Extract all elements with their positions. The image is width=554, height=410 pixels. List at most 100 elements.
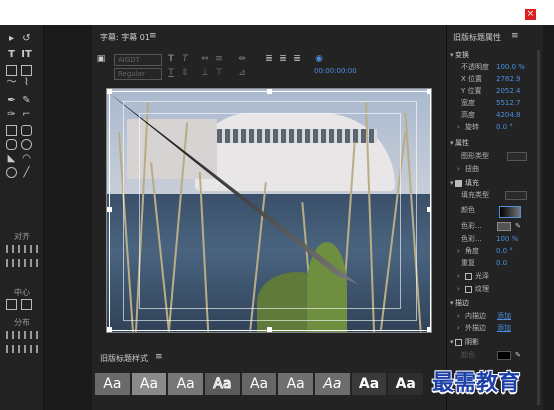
leading-icon[interactable]: ≡ <box>214 54 224 64</box>
rotation-value[interactable]: 0.0 ° <box>496 122 513 133</box>
ellipse-tool-icon[interactable] <box>6 167 17 178</box>
chevron-right-icon[interactable]: › <box>457 311 460 322</box>
path-type-tool-icon[interactable]: 〜 <box>6 77 17 88</box>
resize-handle[interactable] <box>267 327 272 332</box>
distribute-center-icon[interactable] <box>18 331 26 339</box>
close-button[interactable]: × <box>525 9 536 20</box>
style-swatch[interactable]: Aa <box>241 373 277 395</box>
title-tab-menu-icon[interactable]: ≡ <box>149 31 157 41</box>
repeat-value[interactable]: 0.0 <box>496 258 507 269</box>
rounded-corner-tool-icon[interactable] <box>21 139 32 150</box>
shadow-checkbox[interactable] <box>455 339 462 346</box>
style-swatch[interactable]: Aa <box>95 373 130 395</box>
outer-stroke-add-link[interactable]: 添加 <box>497 323 511 334</box>
height-value[interactable]: 4204.8 <box>496 110 521 121</box>
title-tab[interactable]: 字幕: 字幕 01 <box>100 32 150 43</box>
area-type-tool-icon[interactable] <box>6 65 17 76</box>
new-title-icon[interactable]: ▣ <box>96 54 106 64</box>
chevron-right-icon[interactable]: › <box>457 122 460 133</box>
resize-handle[interactable] <box>267 89 272 94</box>
center-vertical-icon[interactable] <box>21 299 32 310</box>
italic-icon[interactable]: T <box>180 54 190 64</box>
center-horizontal-icon[interactable] <box>6 299 17 310</box>
eyedropper-icon[interactable]: ✎ <box>515 221 521 232</box>
tracking-icon[interactable]: ⇹ <box>237 54 247 64</box>
tab-stops-icon[interactable]: ⊤ <box>214 68 224 78</box>
font-family-select[interactable]: AIGDT <box>114 54 162 66</box>
resize-handle[interactable] <box>107 327 112 332</box>
underline-icon[interactable]: T <box>166 68 176 78</box>
sheen-row[interactable]: › 光泽 <box>447 271 544 282</box>
selection-tool-icon[interactable]: ▸ <box>6 33 17 44</box>
resize-handle[interactable] <box>107 207 112 212</box>
distribute-left-icon[interactable] <box>6 331 14 339</box>
graphic-type-select[interactable] <box>507 152 527 161</box>
line-tool-icon[interactable]: ╱ <box>21 167 32 178</box>
kerning-icon[interactable]: ⇔ <box>200 54 210 64</box>
font-style-select[interactable]: Regular <box>114 68 162 80</box>
transform-section[interactable]: ▾ 变换 <box>447 50 544 61</box>
align-bottom-icon[interactable] <box>30 259 38 267</box>
style-swatch[interactable]: Aa <box>278 373 314 395</box>
texture-row[interactable]: › 纹理 <box>447 284 544 295</box>
distribute-top-icon[interactable] <box>6 345 14 353</box>
texture-checkbox[interactable] <box>465 286 472 293</box>
show-background-video-icon[interactable]: ◉ <box>314 54 324 64</box>
bold-icon[interactable]: T <box>166 54 176 64</box>
distribute-middle-icon[interactable] <box>18 345 26 353</box>
font-size-icon[interactable]: ⇳ <box>180 68 190 78</box>
inner-stroke-add-link[interactable]: 添加 <box>497 311 511 322</box>
align-left-icon[interactable] <box>6 245 14 253</box>
fill-checkbox[interactable] <box>455 180 462 187</box>
distribute-bottom-icon[interactable] <box>30 345 38 353</box>
style-swatch[interactable]: Aa <box>168 373 204 395</box>
wedge-tool-icon[interactable]: ◣ <box>6 153 17 164</box>
resize-handle[interactable] <box>427 207 431 212</box>
rotate-tool-icon[interactable]: ↺ <box>21 33 32 44</box>
align-text-right-icon[interactable]: ≣ <box>292 54 302 64</box>
delete-anchor-tool-icon[interactable]: ✑ <box>6 109 17 120</box>
slant-icon[interactable]: ⊿ <box>237 68 247 78</box>
angle-value[interactable]: 0.0 ° <box>496 246 513 257</box>
color-stop-a-swatch[interactable] <box>497 222 511 231</box>
align-top-icon[interactable] <box>6 259 14 267</box>
align-center-h-icon[interactable] <box>18 245 26 253</box>
properties-scrollbar[interactable] <box>537 50 540 405</box>
width-value[interactable]: 5512.7 <box>496 98 521 109</box>
style-swatch[interactable]: Aa <box>351 373 387 395</box>
resize-handle[interactable] <box>107 89 112 94</box>
vertical-area-type-tool-icon[interactable] <box>21 65 32 76</box>
style-swatch[interactable]: Aa <box>388 373 424 395</box>
attributes-section[interactable]: ▾ 属性 <box>447 138 544 149</box>
style-swatch[interactable]: Aa <box>131 373 167 395</box>
title-canvas[interactable] <box>106 88 432 333</box>
align-text-center-icon[interactable]: ≣ <box>278 54 288 64</box>
resize-handle[interactable] <box>427 327 431 332</box>
chevron-right-icon[interactable]: › <box>457 246 460 257</box>
rounded-rectangle-tool-icon[interactable] <box>21 125 32 136</box>
properties-menu-icon[interactable]: ≡ <box>511 31 519 41</box>
distribute-right-icon[interactable] <box>30 331 38 339</box>
eyedropper-icon[interactable]: ✎ <box>515 350 521 361</box>
y-position-value[interactable]: 2052.4 <box>496 86 521 97</box>
chevron-right-icon[interactable]: › <box>457 323 460 334</box>
gradient-ramp[interactable] <box>499 206 521 218</box>
align-right-icon[interactable] <box>30 245 38 253</box>
resize-handle[interactable] <box>427 89 431 94</box>
align-center-v-icon[interactable] <box>18 259 26 267</box>
baseline-icon[interactable]: ⊥ <box>200 68 210 78</box>
fill-type-select[interactable] <box>505 191 527 200</box>
rectangle-tool-icon[interactable] <box>6 125 17 136</box>
style-swatch[interactable]: Aa <box>315 373 350 395</box>
shadow-color-swatch[interactable] <box>497 351 511 360</box>
arc-tool-icon[interactable]: ◠ <box>21 153 32 164</box>
clipped-rectangle-tool-icon[interactable] <box>6 139 17 150</box>
pen-tool-icon[interactable]: ✒ <box>6 95 17 106</box>
title-styles-menu-icon[interactable]: ≡ <box>155 352 163 362</box>
align-text-left-icon[interactable]: ≣ <box>264 54 274 64</box>
stroke-section[interactable]: ▾ 描边 <box>447 298 544 309</box>
x-position-value[interactable]: 2782.9 <box>496 74 521 85</box>
convert-anchor-tool-icon[interactable]: ⌐ <box>21 109 32 120</box>
timecode[interactable]: 00:00:00:00 <box>314 67 357 75</box>
add-anchor-tool-icon[interactable]: ✎ <box>21 95 32 106</box>
